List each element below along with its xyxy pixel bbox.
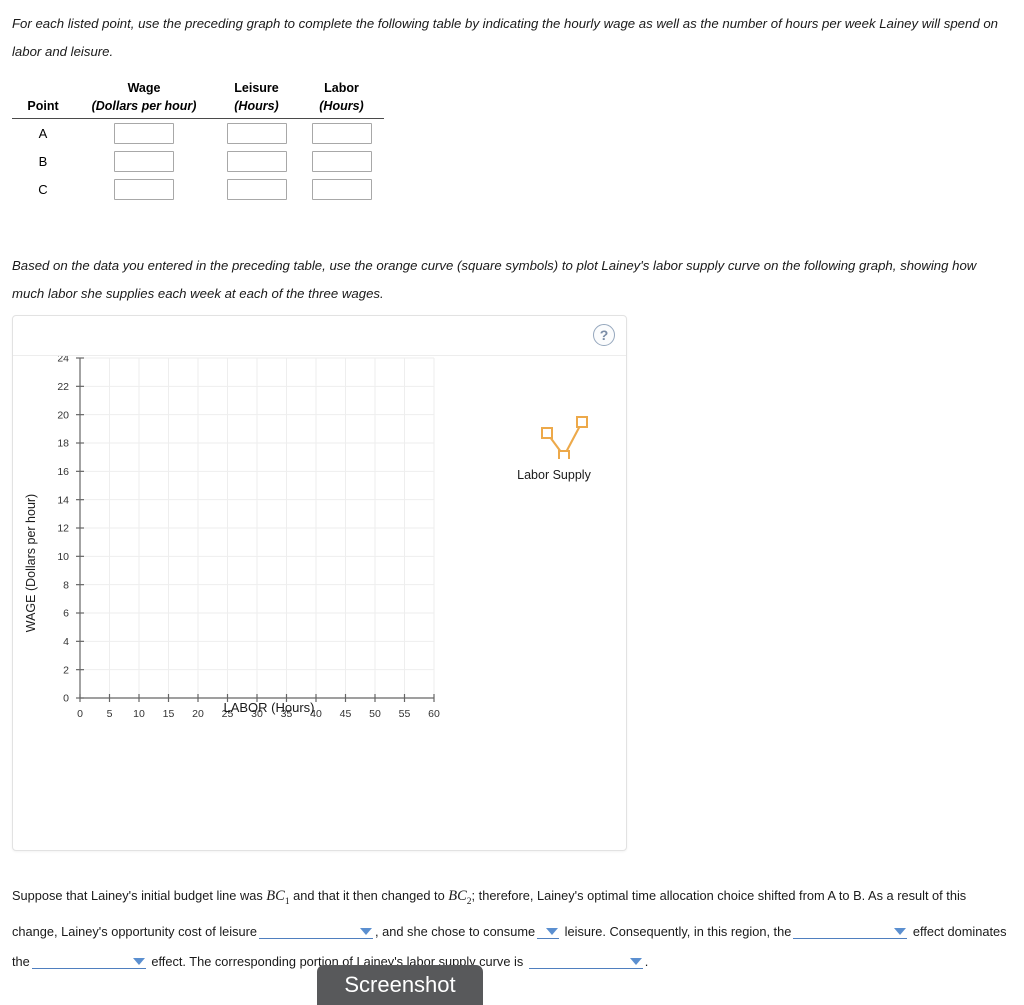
wage-unit-label: (Dollars per hour) bbox=[91, 99, 197, 113]
y-axis-label: WAGE (Dollars per hour) bbox=[24, 494, 38, 632]
table-header-wage-unit: (Dollars per hour) bbox=[74, 95, 214, 119]
table-header-labor: Labor bbox=[324, 81, 359, 95]
svg-text:0: 0 bbox=[63, 693, 69, 705]
svg-text:10: 10 bbox=[57, 551, 69, 563]
svg-text:24: 24 bbox=[57, 356, 69, 365]
closing-segment-4: , and she chose to consume bbox=[375, 923, 536, 939]
chevron-down-icon bbox=[546, 927, 559, 935]
closing-segment-2: and that it then changed to bbox=[289, 888, 449, 903]
labor-unit-label: (Hours) bbox=[319, 99, 364, 113]
chevron-down-icon bbox=[132, 957, 145, 965]
dominated-effect-dropdown[interactable] bbox=[31, 952, 146, 969]
graph-instruction-text: Based on the data you entered in the pre… bbox=[12, 258, 977, 301]
wage-input-b[interactable] bbox=[114, 150, 174, 172]
svg-text:15: 15 bbox=[163, 708, 175, 720]
table-header-wage: Wage bbox=[127, 81, 161, 95]
budget-line-2: BC2 bbox=[448, 888, 472, 907]
closing-segment-5: leisure. Consequently, in this region, t… bbox=[564, 923, 792, 939]
closing-paragraph: Suppose that Lainey's initial budget lin… bbox=[12, 881, 1012, 977]
svg-text:18: 18 bbox=[57, 438, 69, 450]
svg-text:20: 20 bbox=[192, 708, 204, 720]
point-label-b: B bbox=[38, 153, 48, 169]
svg-text:4: 4 bbox=[63, 636, 69, 648]
chevron-down-icon bbox=[360, 927, 373, 935]
opportunity-cost-dropdown[interactable] bbox=[259, 922, 374, 939]
leisure-input-c[interactable] bbox=[226, 178, 287, 200]
wage-input-a[interactable] bbox=[114, 122, 174, 144]
leisure-unit-label: (Hours) bbox=[234, 99, 279, 113]
labor-input-b[interactable] bbox=[311, 150, 372, 172]
table-header-labor-unit: (Hours) bbox=[299, 95, 384, 119]
screenshot-button[interactable]: Screenshot bbox=[317, 965, 483, 1005]
leisure-input-b[interactable] bbox=[226, 150, 287, 172]
table-row: A bbox=[12, 119, 384, 148]
help-icon[interactable]: ? bbox=[593, 324, 615, 346]
svg-text:14: 14 bbox=[57, 494, 69, 506]
svg-text:60: 60 bbox=[428, 708, 440, 720]
x-axis-label: LABOR (Hours) bbox=[223, 700, 314, 715]
svg-text:50: 50 bbox=[369, 708, 381, 720]
wage-leisure-labor-table: Wage Leisure Labor Point (Dollars per ho… bbox=[12, 78, 384, 203]
svg-text:8: 8 bbox=[63, 579, 69, 591]
closing-segment-1: Suppose that Lainey's initial budget lin… bbox=[12, 888, 267, 903]
curve-portion-dropdown[interactable] bbox=[528, 952, 643, 969]
table-header-point-spacer bbox=[12, 78, 74, 95]
point-label-a: A bbox=[38, 125, 48, 141]
graph-panel-header: ? bbox=[13, 316, 626, 356]
point-label-c: C bbox=[38, 181, 48, 197]
table-header-leisure: Leisure bbox=[234, 81, 279, 95]
leisure-amount-dropdown[interactable] bbox=[537, 922, 560, 939]
svg-text:16: 16 bbox=[57, 466, 69, 478]
svg-text:20: 20 bbox=[57, 409, 69, 421]
leisure-input-a[interactable] bbox=[226, 122, 287, 144]
grid-lines bbox=[80, 357, 435, 698]
labor-supply-legend-tool[interactable]: Labor Supply bbox=[508, 411, 600, 482]
wage-input-c[interactable] bbox=[114, 178, 174, 200]
table-header-point: Point bbox=[12, 95, 74, 119]
axes bbox=[76, 357, 435, 702]
svg-text:0: 0 bbox=[77, 708, 83, 720]
svg-text:45: 45 bbox=[340, 708, 352, 720]
svg-text:10: 10 bbox=[133, 708, 145, 720]
labor-input-c[interactable] bbox=[311, 178, 372, 200]
svg-text:5: 5 bbox=[107, 708, 113, 720]
svg-text:2: 2 bbox=[63, 664, 69, 676]
chevron-down-icon bbox=[629, 957, 642, 965]
chevron-down-icon bbox=[894, 927, 907, 935]
dominant-effect-dropdown[interactable] bbox=[793, 922, 908, 939]
graph-panel: ? 0 2 4 6 8 10 12 14 16 18 20 22 24 0 5 10 15 20 25 30 35 40 4… bbox=[12, 315, 627, 851]
table-row: C bbox=[12, 175, 384, 203]
labor-input-a[interactable] bbox=[311, 122, 372, 144]
svg-text:12: 12 bbox=[57, 523, 69, 535]
labor-supply-curve-icon[interactable] bbox=[519, 411, 589, 462]
svg-text:6: 6 bbox=[63, 608, 69, 620]
table-header-leisure-unit: (Hours) bbox=[214, 95, 299, 119]
table-row: B bbox=[12, 147, 384, 175]
tick-labels: 0246810121416182022240 5 10 15 20 25 30 35 40 45 5… bbox=[57, 356, 440, 720]
closing-segment-8: . bbox=[644, 953, 649, 969]
budget-line-1: BC1 bbox=[266, 888, 290, 907]
table-instruction-text: For each listed point, use the preceding… bbox=[12, 16, 998, 59]
legend-label: Labor Supply bbox=[517, 468, 591, 482]
svg-text:22: 22 bbox=[57, 381, 69, 393]
svg-text:55: 55 bbox=[399, 708, 411, 720]
